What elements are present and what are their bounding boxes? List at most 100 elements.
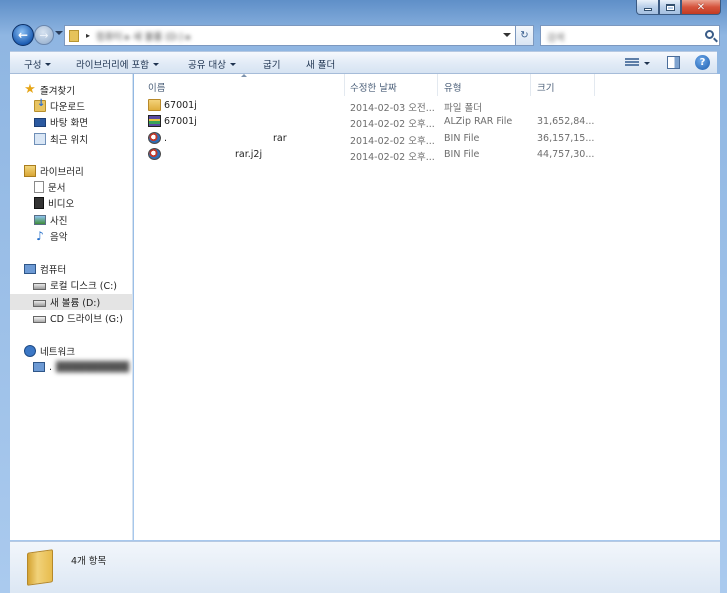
file-type: 파일 폴더 <box>444 103 482 114</box>
preview-pane-icon[interactable] <box>667 56 680 69</box>
downloads-icon <box>34 98 46 112</box>
file-size: 44,757,30... <box>537 149 595 160</box>
network-computer-icon <box>33 362 45 372</box>
pictures-icon <box>34 215 46 225</box>
close-button[interactable]: ✕ <box>681 0 721 15</box>
sidebar-item-downloads[interactable]: 다운로드 <box>10 98 132 114</box>
recent-pages-dropdown-icon[interactable] <box>55 31 63 35</box>
file-list: 이름 수정한 날짜 유형 크기 67001j 2014-02-03 오전... … <box>134 74 720 540</box>
navigation-bar: ← → ▸ 컴퓨터 ▸ 새 볼륨 (D:) ▸ ↻ 검색 <box>8 22 720 49</box>
column-type-label: 유형 <box>444 83 462 94</box>
forward-button[interactable]: → <box>34 25 54 45</box>
sidebar-item-pictures[interactable]: 사진 <box>10 212 132 228</box>
column-divider[interactable] <box>530 74 531 96</box>
column-divider[interactable] <box>594 74 595 96</box>
item-count: 4개 항목 <box>71 556 107 567</box>
column-header-date-modified[interactable]: 수정한 날짜 <box>350 78 397 96</box>
folder-icon <box>148 99 161 111</box>
file-date: 2014-02-02 오후... <box>350 152 435 163</box>
file-row[interactable]: . rar 2014-02-02 오후... BIN File 36,157,1… <box>134 131 720 147</box>
column-divider[interactable] <box>344 74 345 96</box>
desktop-icon <box>34 118 46 127</box>
share-with-label: 공유 대상 <box>188 60 226 71</box>
dropdown-caret-icon <box>152 62 159 66</box>
file-row[interactable]: rar.j2j 2014-02-02 오후... BIN File 44,757… <box>134 147 720 163</box>
caption-buttons: ✕ <box>636 0 721 16</box>
network-header[interactable]: 네트워크 <box>10 343 132 359</box>
rar-archive-icon <box>148 115 161 127</box>
forward-arrow-icon: → <box>39 28 49 42</box>
file-row[interactable]: 67001j 2014-02-02 오후... ALZip RAR File 3… <box>134 114 720 130</box>
file-size: 36,157,15... <box>537 133 595 144</box>
file-name-suffix: rar <box>273 133 287 144</box>
include-in-library-button[interactable]: 라이브러리에 포함 <box>76 57 159 71</box>
favorites-header[interactable]: ★ 즐겨찾기 <box>10 82 132 98</box>
computer-header[interactable]: 컴퓨터 <box>10 261 132 277</box>
sidebar-item-network-computer[interactable]: . ██████████ <box>10 359 132 375</box>
sidebar-item-documents[interactable]: 문서 <box>10 179 132 195</box>
maximize-icon <box>665 3 675 11</box>
column-divider[interactable] <box>437 74 438 96</box>
refresh-icon: ↻ <box>520 30 529 41</box>
column-header-type[interactable]: 유형 <box>444 78 461 96</box>
share-with-button[interactable]: 공유 대상 <box>188 57 236 71</box>
burn-button[interactable]: 굽기 <box>263 57 280 71</box>
sidebar-item-local-disk-c[interactable]: 로컬 디스크 (C:) <box>10 277 132 293</box>
file-type: BIN File <box>444 133 480 144</box>
network-icon <box>24 345 36 357</box>
view-options-caret-icon[interactable] <box>644 62 650 65</box>
sidebar-item-recent-places[interactable]: 최근 위치 <box>10 131 132 147</box>
file-name: 67001j <box>164 116 197 127</box>
folder-icon <box>27 549 53 586</box>
search-box[interactable]: 검색 <box>540 25 720 46</box>
file-size: 31,652,84... <box>537 116 595 127</box>
change-view-icon[interactable] <box>625 57 639 68</box>
column-header-name[interactable]: 이름 <box>148 78 165 96</box>
maximize-button[interactable] <box>659 0 681 15</box>
command-bar: 구성 라이브러리에 포함 공유 대상 굽기 새 폴더 ? <box>10 51 717 74</box>
redacted-text: ██████████ <box>56 361 130 373</box>
breadcrumb-chevron-icon[interactable]: ▸ <box>86 31 90 40</box>
refresh-button[interactable]: ↻ <box>516 25 534 46</box>
details-pane: 4개 항목 <box>10 541 720 593</box>
back-arrow-icon: ← <box>17 28 29 42</box>
computer-icon <box>24 264 36 274</box>
file-date: 2014-02-02 오후... <box>350 136 435 147</box>
folder-icon <box>69 29 79 42</box>
organize-label: 구성 <box>24 60 42 71</box>
dropdown-caret-icon <box>229 62 236 66</box>
file-name: 67001j <box>164 100 197 111</box>
sidebar-item-volume-d[interactable]: 새 볼륨 (D:) <box>10 294 132 310</box>
sidebar-item-videos[interactable]: 비디오 <box>10 195 132 211</box>
file-row[interactable]: 67001j 2014-02-03 오전... 파일 폴더 <box>134 98 720 114</box>
videos-icon <box>34 197 44 209</box>
search-input[interactable]: 검색 <box>547 30 564 44</box>
volume-icon <box>33 300 46 307</box>
favorites-star-icon: ★ <box>24 82 36 97</box>
help-icon[interactable]: ? <box>695 55 710 70</box>
file-date: 2014-02-03 오전... <box>350 103 435 114</box>
address-dropdown-icon[interactable] <box>503 33 511 37</box>
column-header-size[interactable]: 크기 <box>537 78 554 96</box>
sidebar-item-desktop[interactable]: 바탕 화면 <box>10 114 132 130</box>
recent-places-icon <box>34 133 46 145</box>
navigation-pane: ★즐겨찾기 다운로드 바탕 화면 최근 위치 라이브러리 문서 비디오 사진 ♪… <box>10 74 133 540</box>
search-icon[interactable] <box>705 30 714 39</box>
back-button[interactable]: ← <box>12 24 34 46</box>
include-in-library-label: 라이브러리에 포함 <box>76 60 149 71</box>
minimize-button[interactable] <box>636 0 659 15</box>
libraries-icon <box>24 165 36 177</box>
libraries-header[interactable]: 라이브러리 <box>10 163 132 179</box>
sidebar-item-cd-drive-g[interactable]: CD 드라이브 (G:) <box>10 310 132 326</box>
close-icon: ✕ <box>696 1 706 13</box>
organize-menu-button[interactable]: 구성 <box>24 57 52 71</box>
minimize-icon <box>643 8 652 11</box>
breadcrumb[interactable]: 컴퓨터 ▸ 새 볼륨 (D:) ▸ <box>96 29 191 43</box>
music-icon: ♪ <box>36 229 44 243</box>
cd-drive-icon <box>33 316 46 323</box>
dropdown-caret-icon <box>45 62 52 66</box>
local-disk-icon <box>33 283 46 290</box>
new-folder-button[interactable]: 새 폴더 <box>306 57 335 71</box>
address-bar[interactable]: ▸ 컴퓨터 ▸ 새 볼륨 (D:) ▸ <box>64 25 516 46</box>
sidebar-item-music[interactable]: ♪ 음악 <box>10 228 132 244</box>
